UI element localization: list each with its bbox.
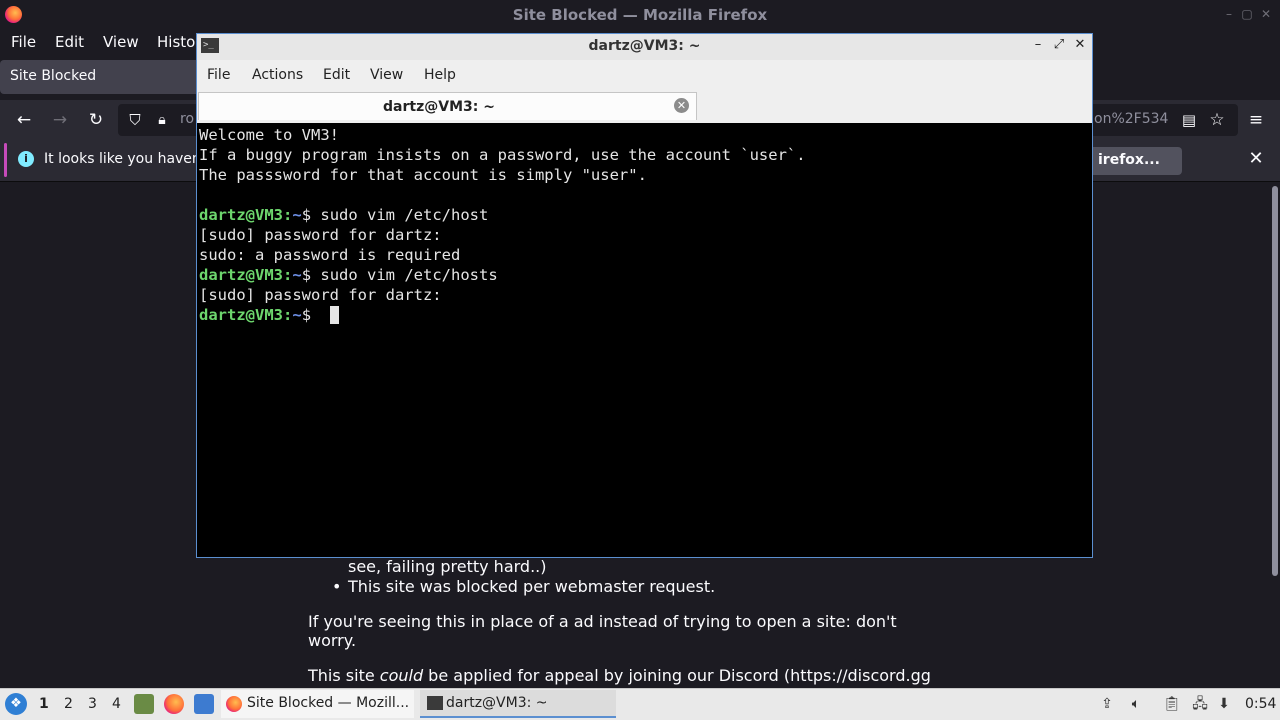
terminal-menu-view[interactable]: View [370, 67, 403, 83]
firefox-titlebar: Site Blocked — Mozilla Firefox [0, 0, 1280, 30]
terminal-prompt-line: dartz@VM3:~$ sudo vim /etc/host [199, 205, 488, 225]
menu-edit[interactable]: Edit [55, 33, 84, 51]
hamburger-menu-icon[interactable]: ≡ [1246, 110, 1266, 130]
back-icon[interactable]: ← [14, 110, 34, 130]
terminal-line: Welcome to VM3! [199, 126, 339, 144]
prompt-user: dartz@VM3 [199, 306, 283, 324]
shield-icon[interactable]: ⛉ [125, 110, 145, 130]
appeal-text-start: This site [308, 666, 380, 685]
start-menu-icon[interactable]: ❖ [5, 693, 27, 715]
scrollbar-thumb[interactable] [1272, 186, 1278, 576]
prompt-user: dartz@VM3 [199, 206, 283, 224]
url-text-end[interactable]: on%2F534 [1094, 111, 1168, 127]
prompt-symbol: $ [301, 206, 321, 224]
forward-icon[interactable]: → [50, 110, 70, 130]
updates-icon[interactable]: ⬇ [1215, 695, 1233, 713]
reader-mode-icon[interactable]: ▤ [1179, 110, 1199, 130]
firefox-task-icon [226, 696, 242, 712]
terminal-titlebar[interactable]: dartz@VM3: ~ [197, 34, 1092, 60]
volume-icon[interactable]: 🔈︎ [1127, 695, 1145, 713]
terminal-tab-label: dartz@VM3: ~ [383, 99, 495, 115]
close-icon[interactable]: ✕ [1259, 7, 1273, 21]
prompt-symbol: $ [301, 306, 321, 324]
network-icon[interactable]: 🖧 [1191, 695, 1209, 713]
appeal-paragraph: This site could be applied for appeal by… [308, 666, 931, 685]
menu-view[interactable]: View [103, 33, 139, 51]
prompt-user: dartz@VM3 [199, 266, 283, 284]
terminal-task-icon [427, 696, 443, 710]
tab-site-blocked[interactable]: Site Blocked [0, 60, 200, 94]
command-text: sudo vim /etc/hosts [320, 266, 498, 284]
maximize-icon[interactable]: ▢ [1240, 7, 1254, 21]
terminal-minimize-icon[interactable]: – [1030, 37, 1046, 53]
firefox-logo-icon [5, 6, 22, 23]
terminal-line: [sudo] password for dartz: [199, 226, 442, 244]
appeal-text-end: be applied for appeal by joining our Dis… [423, 666, 931, 685]
terminal-menu-edit[interactable]: Edit [323, 67, 350, 83]
lock-icon[interactable]: 🔒︎ [152, 110, 172, 130]
url-text-start[interactable]: ro [180, 111, 194, 127]
minimize-icon[interactable]: – [1222, 7, 1236, 21]
prompt-path: ~ [292, 206, 302, 224]
clock[interactable]: 0:54 [1245, 696, 1276, 712]
terminal-app-icon: >_ [201, 38, 219, 53]
notification-text: It looks like you haven [44, 151, 201, 167]
desktop-icon[interactable] [194, 694, 214, 714]
terminal-prompt-line: dartz@VM3:~$ [199, 305, 320, 325]
prompt-symbol: $ [301, 266, 321, 284]
terminal-body[interactable] [197, 123, 1092, 557]
command-text: sudo vim /etc/host [320, 206, 489, 224]
tab-title: Site Blocked [10, 68, 97, 84]
paragraph-line: If you're seeing this in place of a ad i… [308, 612, 897, 631]
file-manager-icon[interactable] [134, 694, 154, 714]
notification-action-label: irefox... [1098, 152, 1160, 168]
bullet-fragment: see, failing pretty hard..) [348, 557, 547, 576]
terminal-close-icon[interactable]: ✕ [1072, 37, 1088, 53]
terminal-menu-file[interactable]: File [207, 67, 230, 83]
bookmark-star-icon[interactable]: ☆ [1207, 110, 1227, 130]
terminal-line: If a buggy program insists on a password… [199, 146, 806, 164]
reload-icon[interactable]: ↻ [86, 110, 106, 130]
workspace-1[interactable]: 1 [39, 696, 49, 712]
terminal-window-title: dartz@VM3: ~ [588, 38, 701, 54]
terminal-prompt-line: dartz@VM3:~$ sudo vim /etc/hosts [199, 265, 498, 285]
prompt-path: ~ [292, 306, 302, 324]
notification-action-button[interactable]: irefox... [1082, 147, 1182, 175]
terminal-line: [sudo] password for dartz: [199, 286, 442, 304]
prompt-colon: : [283, 266, 293, 284]
paragraph-line: worry. [308, 631, 357, 650]
terminal-maximize-icon[interactable]: ⤢ [1051, 37, 1067, 53]
firefox-launcher-icon[interactable] [164, 694, 184, 714]
bullet-item: This site was blocked per webmaster requ… [348, 577, 716, 596]
notification-close-icon[interactable]: ✕ [1247, 150, 1265, 168]
prompt-path: ~ [292, 266, 302, 284]
prompt-colon: : [283, 306, 293, 324]
bullet-marker: • [332, 577, 342, 596]
appeal-emphasis: could [379, 666, 424, 685]
terminal-menu-help[interactable]: Help [424, 67, 456, 83]
taskbar-item-label: dartz@VM3: ~ [446, 695, 548, 711]
menu-file[interactable]: File [11, 33, 36, 51]
workspace-4[interactable]: 4 [112, 696, 121, 712]
terminal-menubar: File Actions Edit View Help [197, 60, 1092, 90]
workspace-2[interactable]: 2 [64, 696, 73, 712]
tray-upload-icon[interactable]: ⇪ [1098, 695, 1116, 713]
taskbar-item-terminal[interactable]: dartz@VM3: ~ [420, 690, 616, 718]
workspace-3[interactable]: 3 [88, 696, 97, 712]
clipboard-icon[interactable]: 📋︎ [1163, 695, 1181, 713]
terminal-line: sudo: a password is required [199, 246, 461, 264]
prompt-colon: : [283, 206, 293, 224]
taskbar [0, 688, 1280, 720]
info-icon: i [18, 151, 34, 167]
menu-history[interactable]: Histor [157, 33, 202, 51]
firefox-window-title: Site Blocked — Mozilla Firefox [512, 6, 768, 24]
terminal-tab[interactable]: dartz@VM3: ~ [198, 92, 697, 120]
terminal-tab-close-icon[interactable]: ✕ [674, 98, 689, 113]
notification-accent [4, 143, 7, 177]
terminal-line: The passsword for that account is simply… [199, 166, 647, 184]
taskbar-item-firefox[interactable]: Site Blocked — Mozill... [221, 690, 414, 718]
terminal-menu-actions[interactable]: Actions [252, 67, 303, 83]
terminal-cursor [330, 306, 339, 324]
taskbar-item-label: Site Blocked — Mozill... [247, 695, 410, 711]
